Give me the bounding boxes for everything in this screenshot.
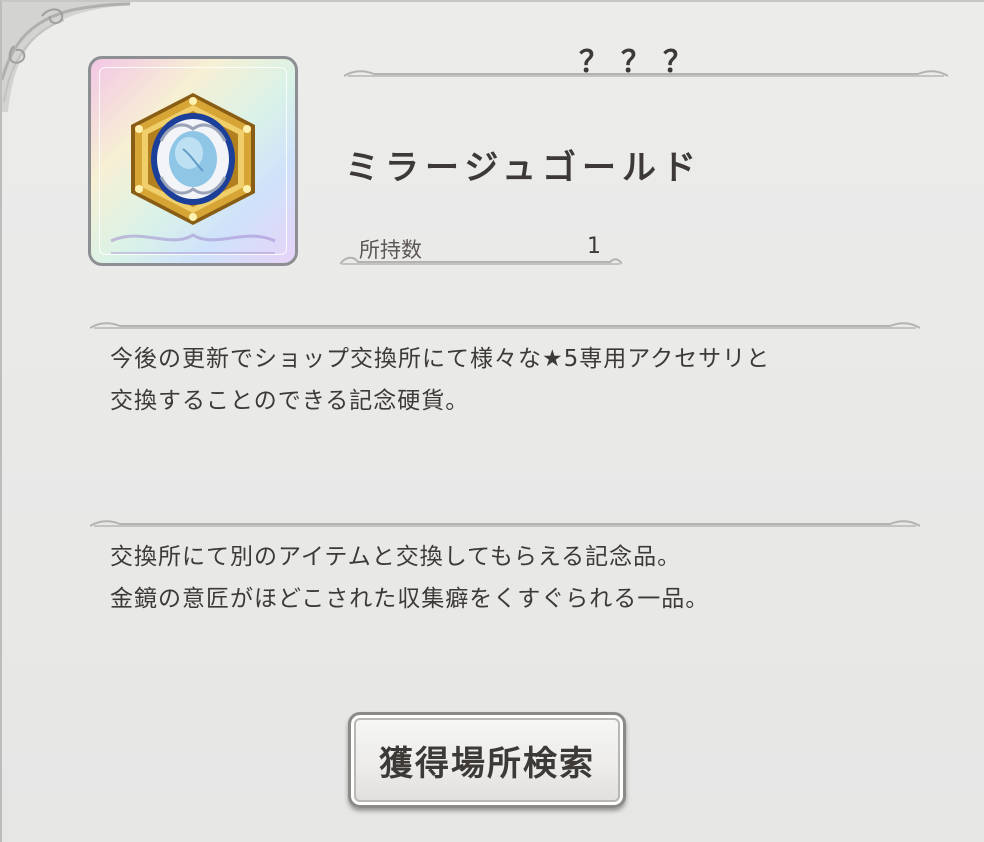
item-detail-panel: ？？？ ミラージュゴールド 所持数 1 今後の更新でショップ交換所にて様々な★5…: [0, 0, 984, 842]
item-effect-text: 今後の更新でショップ交換所にて様々な★5専用アクセサリと 交換することのできる記…: [110, 346, 771, 414]
acquisition-search-label: 獲得場所検索: [379, 743, 595, 784]
rarity-divider: [344, 70, 948, 77]
item-icon-frame: [88, 56, 298, 266]
item-name: ミラージュゴールド: [345, 148, 702, 188]
item-flavor-text: 交換所にて別のアイテムと交換してもらえる記念品。 金鏡の意匠がほどこされた収集癖…: [110, 544, 710, 612]
section-divider: [90, 322, 920, 329]
count-divider: [340, 256, 622, 265]
section-divider: [90, 520, 920, 527]
acquisition-search-button[interactable]: 獲得場所検索: [348, 712, 626, 808]
mirage-gold-coin-icon: [110, 93, 276, 254]
